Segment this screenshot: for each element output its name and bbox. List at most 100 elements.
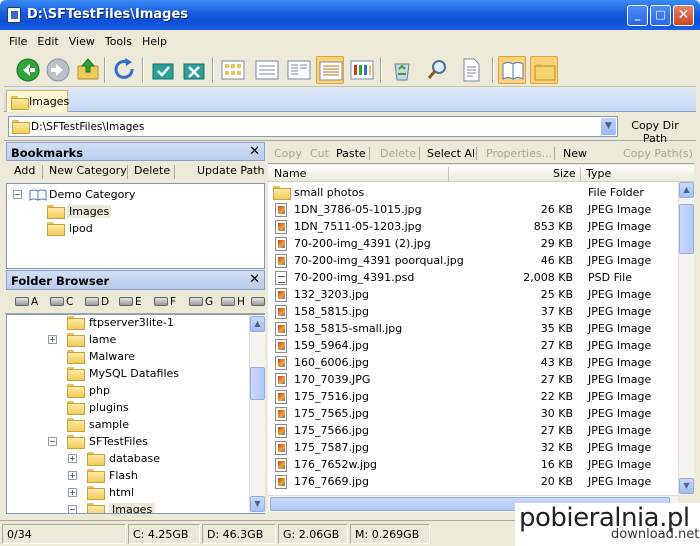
column-name[interactable]: Name xyxy=(274,167,306,180)
column-type[interactable]: Type xyxy=(586,167,611,180)
folder-tree-item[interactable]: + Flash xyxy=(11,467,251,484)
view-tiles-icon[interactable] xyxy=(253,56,281,84)
file-row[interactable]: 158_5815.jpg 37 KB JPEG Image xyxy=(268,303,678,320)
delete-folder-icon[interactable] xyxy=(180,56,208,84)
file-row[interactable]: 175_7565.jpg 30 KB JPEG Image xyxy=(268,405,678,422)
file-row[interactable]: 175_7516.jpg 22 KB JPEG Image xyxy=(268,388,678,405)
add-bookmark-button[interactable]: Add xyxy=(14,164,35,177)
refresh-icon[interactable] xyxy=(110,56,138,84)
drive-c-button[interactable]: C xyxy=(50,296,73,308)
action-select-all[interactable]: Select All xyxy=(427,147,478,160)
view-thumbnails-detail-icon[interactable] xyxy=(348,56,376,84)
drive-g-button[interactable]: G xyxy=(189,296,213,308)
expand-icon[interactable]: + xyxy=(48,335,57,344)
search-icon[interactable] xyxy=(424,56,452,84)
address-input[interactable]: D:\SFTestFiles\Images ▼ xyxy=(8,116,618,137)
folder-tree-scrollbar[interactable]: ▲ ▼ xyxy=(249,315,265,513)
scroll-thumb[interactable] xyxy=(250,367,265,400)
scroll-down-icon[interactable]: ▼ xyxy=(250,496,265,512)
maximize-button[interactable]: □ xyxy=(650,5,671,26)
drive-a-button[interactable]: A xyxy=(15,296,38,308)
action-new[interactable]: New xyxy=(563,147,587,160)
close-button[interactable]: ✕ xyxy=(673,5,694,26)
file-list-scrollbar[interactable]: ▲ ▼ xyxy=(678,182,694,495)
file-row[interactable]: 170_7039.JPG 27 KB JPEG Image xyxy=(268,371,678,388)
move-to-icon[interactable] xyxy=(149,56,177,84)
folders-panel-icon[interactable] xyxy=(530,56,558,84)
expand-icon[interactable]: + xyxy=(68,454,77,463)
bookmarks-panel-icon[interactable] xyxy=(498,56,526,84)
file-row[interactable]: 175_7587.jpg 32 KB JPEG Image xyxy=(268,439,678,456)
forward-icon[interactable] xyxy=(44,56,72,84)
file-row[interactable]: 1DN_3786-05-1015.jpg 26 KB JPEG Image xyxy=(268,201,678,218)
action-delete[interactable]: Delete xyxy=(380,147,416,160)
copy-dir-path-button[interactable]: Copy Dir Path xyxy=(618,116,692,145)
collapse-icon[interactable]: − xyxy=(68,505,77,513)
document-properties-icon[interactable] xyxy=(457,56,485,84)
folder-tree-item[interactable]: MySQL Datafiles xyxy=(11,365,251,382)
folder-tree-item[interactable]: − SFTestFiles xyxy=(11,433,251,450)
file-row[interactable]: 176_7669.jpg 20 KB JPEG Image xyxy=(268,473,678,490)
menu-help[interactable]: Help xyxy=(137,32,172,48)
folder-tree-item[interactable]: Malware xyxy=(11,348,251,365)
action-copy-path-s[interactable]: Copy Path(s) xyxy=(623,147,693,160)
file-row[interactable]: 70-200-img_4391.psd 2,008 KB PSD File xyxy=(268,269,678,286)
back-icon[interactable] xyxy=(14,56,42,84)
expand-icon[interactable]: + xyxy=(68,488,77,497)
drive-more-button[interactable] xyxy=(251,296,267,308)
file-row[interactable]: 1DN_7511-05-1203.jpg 853 KB JPEG Image xyxy=(268,218,678,235)
up-folder-icon[interactable] xyxy=(74,56,102,84)
action-properties[interactable]: Properties... xyxy=(486,147,552,160)
scroll-up-icon[interactable]: ▲ xyxy=(250,316,265,332)
folder-tree-item[interactable]: − Images xyxy=(11,501,251,513)
view-details-icon[interactable] xyxy=(316,56,344,84)
bookmark-item[interactable]: Images xyxy=(11,203,161,220)
drive-f-button[interactable]: F xyxy=(154,296,176,308)
folder-tree-label: Malware xyxy=(89,350,136,363)
tab-images[interactable]: Images xyxy=(6,90,69,112)
drive-d-button[interactable]: D xyxy=(85,296,109,308)
scroll-thumb[interactable] xyxy=(679,204,694,254)
file-row[interactable]: 158_5815-small.jpg 35 KB JPEG Image xyxy=(268,320,678,337)
delete-bookmark-button[interactable]: Delete xyxy=(134,164,170,177)
file-row[interactable]: 70-200-img_4391 (2).jpg 29 KB JPEG Image xyxy=(268,235,678,252)
menu-view[interactable]: View xyxy=(64,32,100,48)
folder-tree-item[interactable]: ftpserver3lite-1 xyxy=(11,315,251,331)
scroll-down-icon[interactable]: ▼ xyxy=(679,478,694,494)
menu-tools[interactable]: Tools xyxy=(100,32,137,48)
file-row[interactable]: 175_7566.jpg 27 KB JPEG Image xyxy=(268,422,678,439)
drive-h-button[interactable]: H xyxy=(221,296,245,308)
action-cut[interactable]: Cut xyxy=(310,147,329,160)
file-row[interactable]: 70-200-img_4391 poorqual.jpg 46 KB JPEG Im… xyxy=(268,252,678,269)
collapse-icon[interactable]: − xyxy=(48,437,57,446)
recycle-bin-icon[interactable] xyxy=(388,56,416,84)
chevron-down-icon[interactable]: ▼ xyxy=(601,118,616,135)
view-thumbnails-icon[interactable] xyxy=(219,56,247,84)
folder-tree-item[interactable]: + database xyxy=(11,450,251,467)
update-path-button[interactable]: Update Path xyxy=(197,164,265,177)
menu-edit[interactable]: Edit xyxy=(32,32,63,48)
file-row[interactable]: 160_6006.jpg 43 KB JPEG Image xyxy=(268,354,678,371)
view-list-icon[interactable] xyxy=(285,56,313,84)
folder-tree-item[interactable]: + lame xyxy=(11,331,251,348)
close-icon[interactable]: ✕ xyxy=(249,144,260,159)
drive-e-button[interactable]: E xyxy=(119,296,142,308)
file-row[interactable]: 132_3203.jpg 25 KB JPEG Image xyxy=(268,286,678,303)
close-icon[interactable]: ✕ xyxy=(249,272,260,287)
folder-tree-item[interactable]: + html xyxy=(11,484,251,501)
new-category-button[interactable]: New Category xyxy=(49,164,127,177)
scroll-up-icon[interactable]: ▲ xyxy=(679,182,694,198)
menu-file[interactable]: File xyxy=(4,32,32,48)
file-row[interactable]: 176_7652w.jpg 16 KB JPEG Image xyxy=(268,456,678,473)
file-row[interactable]: small photos File Folder xyxy=(268,184,678,201)
expand-icon[interactable]: + xyxy=(68,471,77,480)
action-copy[interactable]: Copy xyxy=(274,147,302,160)
folder-tree-item[interactable]: php xyxy=(11,382,251,399)
action-paste[interactable]: Paste xyxy=(336,147,366,160)
collapse-icon[interactable]: − xyxy=(13,190,22,199)
column-size[interactable]: Size xyxy=(553,167,576,180)
folder-tree-item[interactable]: plugins xyxy=(11,399,251,416)
file-row[interactable]: 159_5964.jpg 27 KB JPEG Image xyxy=(268,337,678,354)
folder-tree-item[interactable]: sample xyxy=(11,416,251,433)
minimize-button[interactable]: _ xyxy=(627,5,648,26)
